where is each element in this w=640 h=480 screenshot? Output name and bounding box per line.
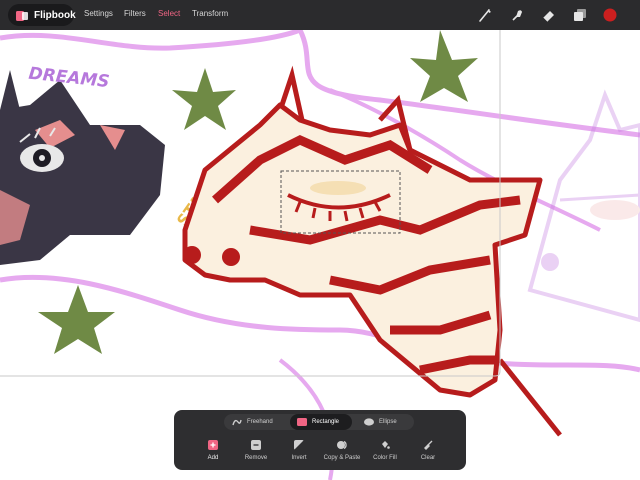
broom-icon [424, 440, 433, 450]
action-clear-label: Clear [420, 455, 436, 461]
app-brand[interactable]: Flipbook [8, 4, 76, 26]
smudge-icon[interactable] [508, 6, 526, 24]
lilac-ribbon [0, 30, 301, 51]
eraser-icon[interactable] [540, 6, 558, 24]
action-add[interactable]: Add [189, 440, 237, 461]
action-remove[interactable]: Remove [232, 440, 280, 461]
ellipse-icon [364, 418, 374, 426]
lilac-ribbon [297, 30, 640, 138]
action-copy-paste-label: Copy & Paste [323, 455, 361, 461]
color-fill-icon [382, 441, 390, 449]
mode-rectangle-label: Rectangle [312, 419, 340, 425]
color-swatch-icon[interactable] [601, 6, 619, 24]
dark-creature [0, 70, 165, 265]
mode-rectangle[interactable]: Rectangle [290, 414, 352, 430]
add-icon [208, 440, 218, 450]
olive-star [172, 68, 236, 130]
rectangle-icon [297, 418, 307, 426]
action-remove-label: Remove [244, 455, 268, 461]
action-add-label: Add [207, 455, 219, 461]
red-horse-drawing [182, 65, 562, 437]
action-color-fill[interactable]: Color Fill [361, 440, 409, 461]
layers-icon[interactable] [571, 6, 589, 24]
mode-ellipse[interactable]: Ellipse [358, 414, 410, 430]
remove-icon [251, 440, 261, 450]
action-color-fill-label: Color Fill [373, 455, 397, 461]
mode-ellipse-label: Ellipse [379, 419, 397, 425]
selection-mode-control: Freehand Rectangle Ellipse [224, 414, 414, 430]
action-copy-paste[interactable]: Copy & Paste [318, 440, 366, 461]
olive-star [410, 30, 478, 102]
menu-transform[interactable]: Transform [192, 9, 228, 18]
freehand-icon [232, 419, 242, 426]
copy-paste-icon [337, 440, 347, 450]
app-name: Flipbook [34, 9, 76, 21]
flipbook-logo-icon [16, 9, 30, 21]
action-invert[interactable]: Invert [275, 440, 323, 461]
mode-freehand[interactable]: Freehand [232, 414, 286, 430]
selection-panel: Freehand Rectangle Ellipse Add Remove In… [174, 410, 466, 470]
menu-select[interactable]: Select [158, 9, 180, 18]
invert-icon [294, 440, 304, 450]
mode-freehand-label: Freehand [247, 419, 273, 425]
menu-filters[interactable]: Filters [124, 9, 146, 18]
olive-star [38, 285, 115, 354]
action-invert-label: Invert [291, 455, 307, 461]
dreams-text: DREAMS [28, 64, 111, 92]
top-toolbar: Flipbook Settings Filters Select Transfo… [0, 0, 640, 30]
brush-icon[interactable] [476, 6, 494, 24]
action-clear[interactable]: Clear [404, 440, 452, 461]
menu-settings[interactable]: Settings [84, 9, 113, 18]
